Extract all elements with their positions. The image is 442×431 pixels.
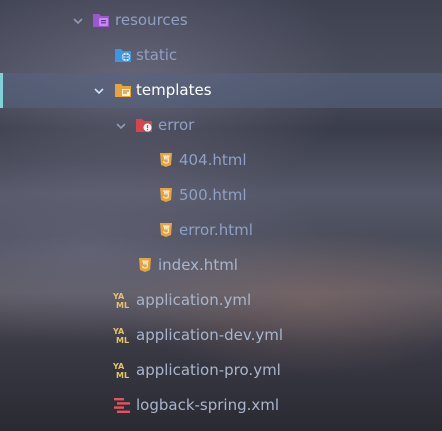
selection-indicator [0, 73, 3, 108]
tree-item-templates[interactable]: templates [0, 73, 442, 108]
yaml-icon: YA ML [113, 291, 131, 309]
chevron-down-icon[interactable] [93, 85, 105, 97]
svg-text:ML: ML [116, 371, 129, 379]
svg-text:YA: YA [113, 362, 125, 371]
templates-folder-icon [114, 81, 132, 99]
yaml-icon: YA ML [113, 361, 131, 379]
tree-item-label: templates [136, 81, 212, 99]
tree-item-label: 500.html [179, 186, 247, 204]
tree-item-label: 404.html [179, 151, 247, 169]
tree-item-error-html[interactable]: error.html [0, 213, 442, 248]
html5-icon [157, 221, 175, 239]
tree-item-error-folder[interactable]: error [0, 108, 442, 143]
tree-item-500-html[interactable]: 500.html [0, 178, 442, 213]
tree-item-404-html[interactable]: 404.html [0, 143, 442, 178]
tree-item-label: index.html [158, 256, 238, 274]
tree-item-application-yml[interactable]: YA ML application.yml [0, 283, 442, 318]
html5-icon [157, 151, 175, 169]
error-folder-icon [135, 116, 153, 134]
svg-text:ML: ML [116, 301, 129, 309]
tree-item-label: application.yml [136, 291, 252, 309]
tree-item-label: application-dev.yml [136, 326, 284, 344]
tree-item-label: application-pro.yml [136, 361, 281, 379]
tree-item-logback-spring-xml[interactable]: logback-spring.xml [0, 388, 442, 423]
tree-item-static[interactable]: static [0, 38, 442, 73]
html5-icon [136, 256, 154, 274]
tree-item-application-pro-yml[interactable]: YA ML application-pro.yml [0, 353, 442, 388]
svg-text:YA: YA [113, 327, 125, 336]
resources-folder-icon [92, 11, 110, 29]
tree-item-index-html[interactable]: index.html [0, 248, 442, 283]
yaml-icon: YA ML [113, 326, 131, 344]
svg-text:ML: ML [116, 336, 129, 344]
tree-item-label: error.html [179, 221, 253, 239]
html5-icon [157, 186, 175, 204]
chevron-down-icon[interactable] [115, 120, 127, 132]
file-tree: resources static templates error 404.htm… [0, 0, 442, 431]
tree-item-application-dev-yml[interactable]: YA ML application-dev.yml [0, 318, 442, 353]
tree-item-label: resources [115, 11, 188, 29]
xml-logback-icon [113, 396, 131, 414]
tree-item-label: static [136, 46, 178, 64]
tree-item-label: logback-spring.xml [136, 396, 280, 414]
static-folder-icon [114, 46, 132, 64]
svg-text:YA: YA [113, 292, 125, 301]
tree-item-resources[interactable]: resources [0, 3, 442, 38]
chevron-down-icon[interactable] [72, 15, 84, 27]
tree-item-label: error [158, 116, 195, 134]
